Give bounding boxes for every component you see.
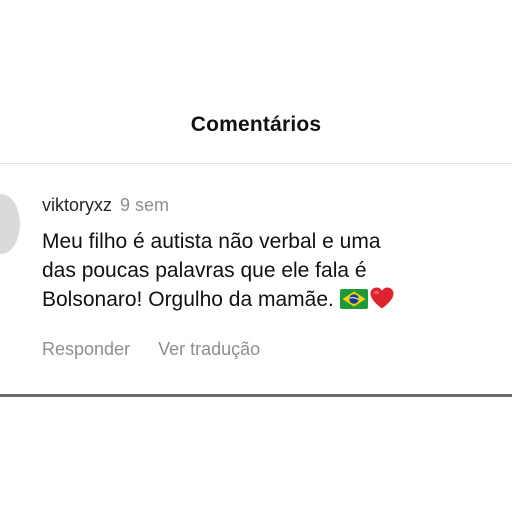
comment-actions: Responder Ver tradução [42,336,260,362]
comment-text-line-2: das poucas palavras que ele fala é [42,259,367,282]
brazil-flag-icon [339,288,368,317]
reply-button[interactable]: Responder [42,339,130,359]
comment-text-line-3-text: Bolsonaro! Orgulho da mamãe. [42,288,334,311]
comment-text: Meu filho é autista não verbal e uma das… [42,227,492,318]
comment-text-line-1: Meu filho é autista não verbal e uma [42,230,381,253]
page-title: Comentários [190,113,322,136]
comment-item: viktoryxz 9 sem Meu filho é autista não v… [42,192,502,318]
comment-username[interactable]: viktoryxz [42,195,112,215]
header-divider [0,163,512,164]
comment-meta: viktoryxz 9 sem [42,192,502,218]
comment-text-line-3: Bolsonaro! Orgulho da mamãe. [42,285,492,318]
comment-timestamp: 9 sem [120,195,170,215]
comments-screen: Comentários viktoryxz 9 sem Meu filho é a… [0,0,512,512]
red-heart-icon [369,286,395,318]
bottom-divider [0,394,512,397]
avatar[interactable] [0,194,20,254]
see-translation-button[interactable]: Ver tradução [158,339,260,359]
